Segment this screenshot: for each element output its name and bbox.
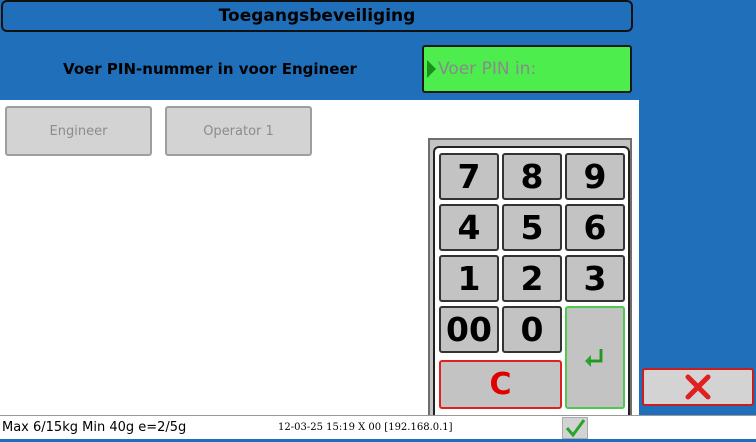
user-button-operator-1[interactable]: Operator 1 bbox=[165, 106, 312, 156]
pin-prompt: Voer PIN-nummer in voor Engineer bbox=[63, 60, 357, 78]
page-title: Toegangsbeveiliging bbox=[218, 6, 416, 26]
cancel-button[interactable] bbox=[642, 368, 754, 406]
key-0[interactable]: 0 bbox=[502, 306, 562, 353]
numeric-keypad: 7 8 9 4 5 6 1 2 3 00 0 C bbox=[428, 138, 632, 418]
pin-placeholder: Voer PIN in: bbox=[438, 59, 537, 79]
clear-button[interactable]: C bbox=[439, 360, 562, 409]
status-bar: Max 6/15kg Min 40g e=2/5g 12-03-25 15:19… bbox=[0, 415, 756, 439]
key-4[interactable]: 4 bbox=[439, 204, 499, 251]
key-3[interactable]: 3 bbox=[565, 255, 625, 302]
enter-arrow-icon bbox=[585, 348, 603, 367]
enter-button[interactable] bbox=[565, 306, 625, 409]
user-button-engineer[interactable]: Engineer bbox=[5, 106, 152, 156]
key-6[interactable]: 6 bbox=[565, 204, 625, 251]
key-7[interactable]: 7 bbox=[439, 153, 499, 200]
pin-input[interactable]: Voer PIN in: bbox=[422, 45, 632, 93]
status-indicator bbox=[562, 417, 588, 439]
cursor-caret-icon bbox=[427, 60, 436, 78]
key-5[interactable]: 5 bbox=[502, 204, 562, 251]
check-icon bbox=[565, 419, 586, 438]
key-00[interactable]: 00 bbox=[439, 306, 499, 353]
key-8[interactable]: 8 bbox=[502, 153, 562, 200]
datetime-info: 12-03-25 15:19 X 00 [192.168.0.1] bbox=[278, 422, 453, 433]
scale-info: Max 6/15kg Min 40g e=2/5g bbox=[2, 420, 187, 435]
key-9[interactable]: 9 bbox=[565, 153, 625, 200]
close-icon bbox=[685, 374, 711, 400]
keypad-frame: 7 8 9 4 5 6 1 2 3 00 0 C bbox=[433, 146, 630, 418]
key-2[interactable]: 2 bbox=[502, 255, 562, 302]
key-1[interactable]: 1 bbox=[439, 255, 499, 302]
title-bar: Toegangsbeveiliging bbox=[1, 0, 633, 32]
